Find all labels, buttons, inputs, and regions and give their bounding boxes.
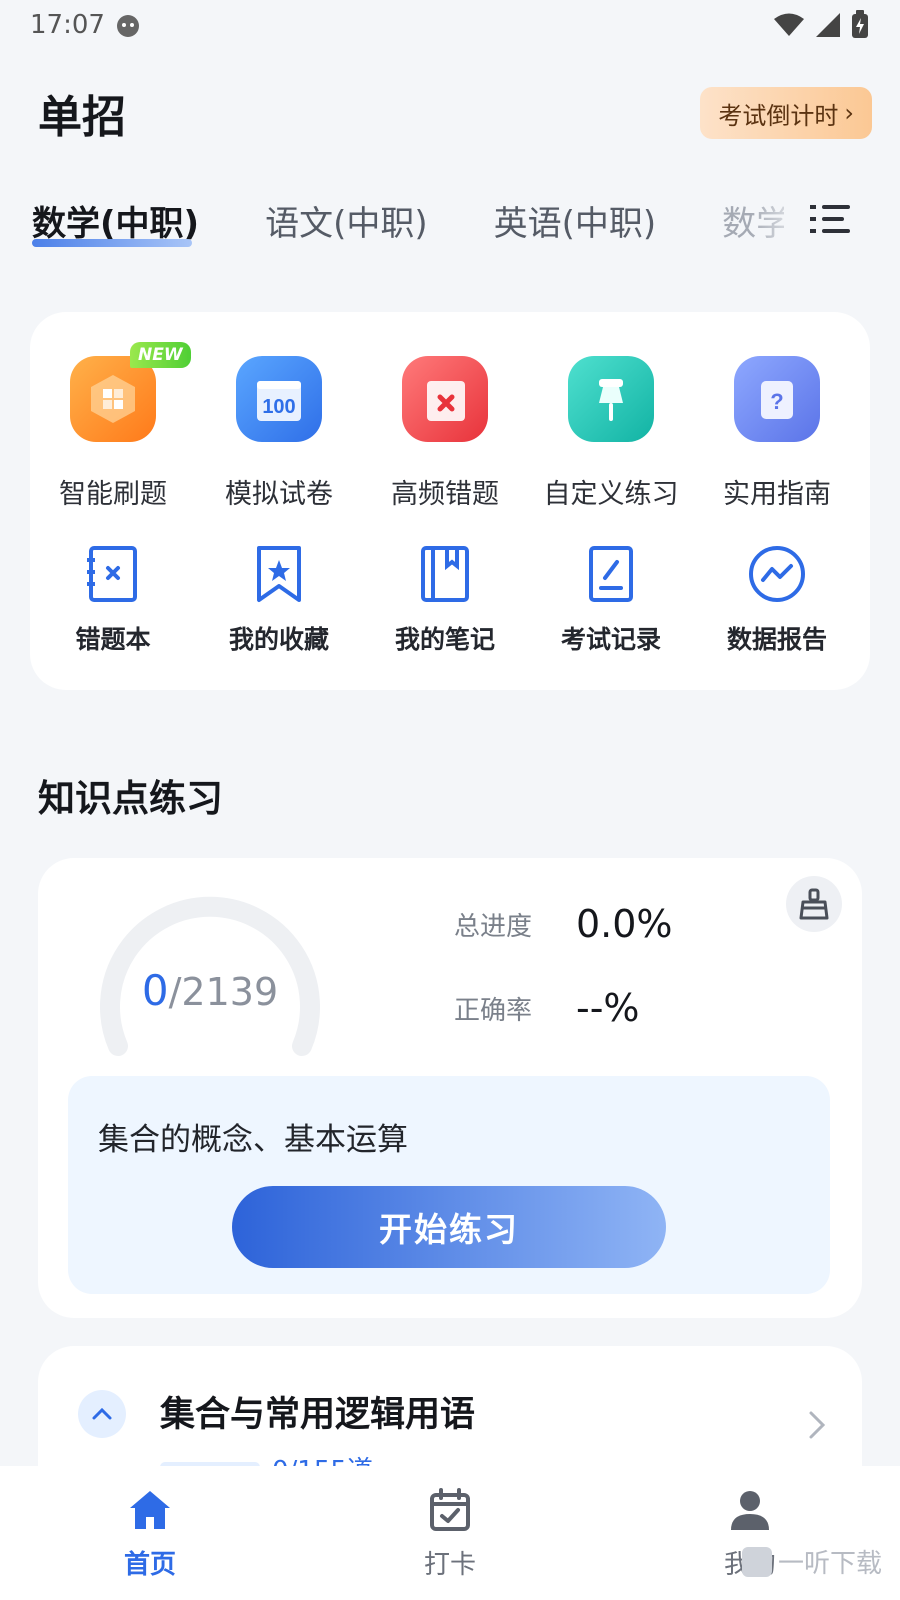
accuracy-value: --% bbox=[576, 986, 640, 1030]
shortcut-wrong-book[interactable]: 错题本 bbox=[30, 544, 196, 656]
calendar-check-icon bbox=[430, 1488, 470, 1531]
wrong-book-icon bbox=[87, 546, 137, 602]
progress-label: 总进度 bbox=[454, 911, 533, 942]
list-menu-icon bbox=[810, 205, 850, 233]
progress-value: 0.0% bbox=[576, 902, 673, 946]
countdown-label: 考试倒计时 bbox=[718, 101, 839, 130]
nav-checkin[interactable]: 打卡 bbox=[300, 1466, 600, 1600]
watermark-text: 一听下载 bbox=[777, 1549, 882, 1579]
collapse-button[interactable] bbox=[78, 1390, 126, 1438]
shortcut-label: 考试记录 bbox=[560, 625, 661, 654]
exam-score-text: 100 bbox=[262, 396, 295, 418]
shortcut-notes[interactable]: 我的笔记 bbox=[362, 544, 528, 656]
done-count: 0 bbox=[141, 966, 169, 1015]
user-icon bbox=[731, 1491, 769, 1530]
page-header: 单招 考试倒计时 › bbox=[0, 78, 900, 148]
tab-english[interactable]: 英语(中职) bbox=[494, 196, 657, 245]
bookmark-star-icon bbox=[257, 546, 301, 602]
shortcut-label: 错题本 bbox=[75, 625, 151, 654]
current-topic-box: 集合的概念、基本运算 开始练习 bbox=[68, 1076, 830, 1294]
cat-face-icon bbox=[116, 15, 139, 37]
page-title: 单招 bbox=[38, 92, 126, 143]
tool-label: 高频错题 bbox=[391, 479, 499, 510]
exam-paper-icon: 100 bbox=[236, 356, 322, 442]
pushpin-icon bbox=[568, 356, 654, 442]
chevron-up-icon bbox=[92, 1407, 112, 1420]
shortcut-exam-records[interactable]: 考试记录 bbox=[528, 544, 694, 656]
tools-card: NEW 智能刷题 100 模拟试卷 高频错题 自定义练习 ? 实用指南 错题本 … bbox=[30, 312, 870, 690]
shortcut-grid: 错题本 我的收藏 我的笔记 考试记录 数据报告 bbox=[30, 544, 870, 656]
tool-label: 模拟试卷 bbox=[225, 479, 333, 510]
hexagon-grid-icon bbox=[70, 356, 156, 442]
guide-question-icon: ? bbox=[734, 356, 820, 442]
chapter-title: 集合与常用逻辑用语 bbox=[160, 1395, 476, 1435]
reset-progress-button[interactable] bbox=[786, 876, 842, 932]
watermark-logo-icon bbox=[741, 1546, 772, 1577]
start-practice-button[interactable]: 开始练习 bbox=[232, 1186, 666, 1268]
status-bar: 17:07 bbox=[0, 0, 900, 50]
broom-icon bbox=[799, 888, 829, 920]
trend-chart-icon bbox=[749, 546, 805, 602]
status-time: 17:07 bbox=[30, 10, 105, 40]
tool-label: 实用指南 bbox=[723, 479, 831, 510]
tool-custom-practice[interactable]: 自定义练习 bbox=[528, 356, 694, 511]
tool-label: 智能刷题 bbox=[59, 479, 167, 510]
gauge-count: 0/2139 bbox=[96, 966, 324, 1015]
progress-stat: 总进度 0.0% bbox=[454, 902, 673, 946]
total-count: /2139 bbox=[168, 970, 279, 1014]
tab-menu-button[interactable] bbox=[808, 201, 852, 237]
tool-practical-guide[interactable]: ? 实用指南 bbox=[694, 356, 860, 511]
bottom-nav: 首页 打卡 我的 一听下载 bbox=[0, 1466, 900, 1600]
accuracy-stat: 正确率 --% bbox=[454, 986, 640, 1030]
wifi-icon bbox=[774, 13, 804, 36]
tool-frequent-errors[interactable]: 高频错题 bbox=[362, 356, 528, 511]
tab-math[interactable]: 数学(中职) bbox=[32, 196, 199, 247]
notebook-icon bbox=[421, 546, 469, 602]
home-icon bbox=[130, 1491, 170, 1529]
tab-fade-overlay bbox=[750, 185, 810, 255]
shortcut-label: 我的收藏 bbox=[228, 625, 329, 654]
shortcut-favorites[interactable]: 我的收藏 bbox=[196, 544, 362, 656]
battery-icon bbox=[852, 10, 868, 38]
exam-record-icon bbox=[589, 546, 633, 602]
watermark: 一听下载 bbox=[741, 1543, 882, 1580]
shortcut-data-report[interactable]: 数据报告 bbox=[694, 544, 860, 656]
tool-smart-practice[interactable]: NEW 智能刷题 bbox=[30, 342, 196, 511]
new-badge: NEW bbox=[130, 342, 191, 368]
accuracy-label: 正确率 bbox=[454, 995, 533, 1026]
guide-question-text: ? bbox=[770, 389, 783, 414]
signal-icon bbox=[816, 13, 840, 37]
tool-mock-exam[interactable]: 100 模拟试卷 bbox=[196, 356, 362, 511]
tab-chinese[interactable]: 语文(中职) bbox=[265, 196, 428, 245]
current-topic: 集合的概念、基本运算 bbox=[98, 1122, 408, 1158]
nav-label: 首页 bbox=[123, 1550, 176, 1580]
chevron-right-icon bbox=[809, 1411, 826, 1439]
knowledge-section-title: 知识点练习 bbox=[38, 777, 223, 820]
nav-home[interactable]: 首页 bbox=[0, 1466, 300, 1600]
chevron-right-icon: › bbox=[844, 99, 854, 127]
nav-label: 打卡 bbox=[423, 1550, 476, 1580]
tool-label: 自定义练习 bbox=[543, 479, 679, 510]
main-tools-grid: NEW 智能刷题 100 模拟试卷 高频错题 自定义练习 ? 实用指南 bbox=[30, 342, 870, 511]
exam-countdown-button[interactable]: 考试倒计时 › bbox=[700, 87, 872, 139]
shortcut-label: 数据报告 bbox=[726, 625, 827, 654]
subject-tabs: 数学(中职) 语文(中职) 英语(中职) 数学 bbox=[0, 185, 900, 255]
wrong-questions-icon bbox=[402, 356, 488, 442]
shortcut-label: 我的笔记 bbox=[394, 625, 495, 654]
knowledge-progress-card: 0/2139 总进度 0.0% 正确率 --% 集合的概念、基本运算 开始练习 bbox=[38, 858, 862, 1318]
